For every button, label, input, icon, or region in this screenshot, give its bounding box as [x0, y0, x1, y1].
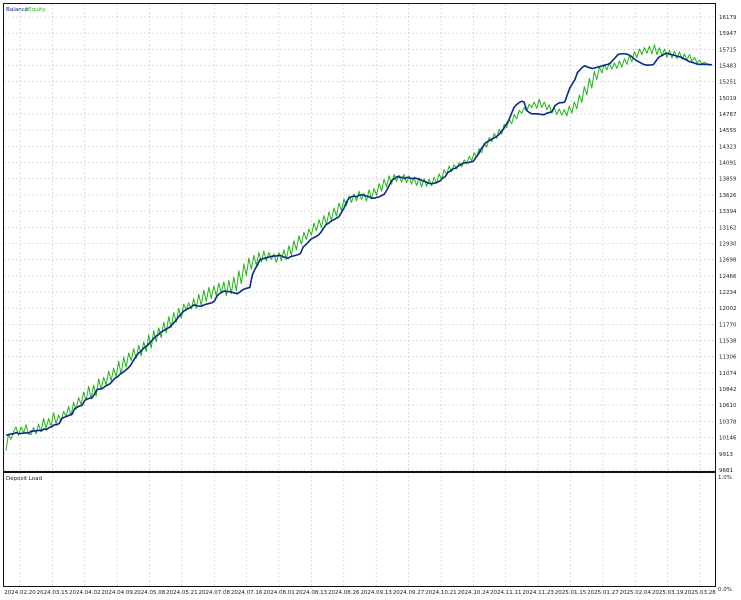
y-tick-label: 15947	[719, 31, 737, 37]
y-tick-label: 15019	[719, 96, 737, 102]
x-axis: 2024.02.20 2024.03.15 2024.04.02 2024.04.09…	[4, 590, 716, 596]
y-tick-label: 16179	[719, 15, 737, 21]
y-tick-label: 9913	[719, 452, 733, 458]
y-tick-label: 11306	[719, 355, 737, 361]
x-tick-label: 2025.03.19	[652, 590, 684, 596]
x-tick-label: 2024.09.27	[393, 590, 425, 596]
y-tick-label: 15715	[719, 47, 737, 53]
chart-legend: Balance / Equity	[6, 7, 46, 13]
y-tick-label: 13626	[719, 193, 737, 199]
x-tick-label: 2025.03.28	[684, 590, 716, 596]
y-tick-label: 12698	[719, 258, 737, 264]
deposit-load-title: Deposit Load	[6, 476, 42, 482]
x-tick-label: 2025.01.27	[587, 590, 619, 596]
legend-equity: Equity	[28, 7, 46, 13]
deposit-load-tick-top: 1.0%	[718, 475, 732, 481]
y-tick-label: 13859	[719, 177, 737, 183]
x-tick-label: 2024.07.08	[199, 590, 231, 596]
x-tick-label: 2024.05.21	[166, 590, 198, 596]
x-tick-label: 2024.10.24	[458, 590, 490, 596]
chart-window: Balance / Equity 16179 15947 15715 15483 152…	[0, 0, 741, 600]
y-tick-label: 12234	[719, 290, 737, 296]
y-tick-label: 14555	[719, 128, 737, 134]
y-tick-label: 13394	[719, 209, 737, 215]
x-tick-label: 2024.07.16	[231, 590, 263, 596]
x-tick-label: 2024.02.20	[4, 590, 36, 596]
x-tick-label: 2024.05.08	[134, 590, 166, 596]
y-tick-label: 10146	[719, 436, 737, 442]
y-tick-label: 12930	[719, 242, 737, 248]
y-tick-label: 15251	[719, 80, 737, 86]
x-tick-label: 2025.01.15	[555, 590, 587, 596]
x-tick-label: 2024.11.23	[522, 590, 554, 596]
x-tick-label: 2024.03.15	[37, 590, 69, 596]
y-tick-label: 10842	[719, 387, 737, 393]
y-tick-label: 10610	[719, 403, 737, 409]
x-tick-label: 2025.02.04	[619, 590, 651, 596]
x-tick-label: 2024.08.13	[296, 590, 328, 596]
legend-separator: /	[25, 7, 27, 13]
y-tick-label: 12466	[719, 274, 737, 280]
y-tick-label: 14787	[719, 112, 737, 118]
y-tick-label: 15483	[719, 64, 737, 70]
y-tick-label: 9681	[719, 468, 733, 474]
x-tick-label: 2024.11.11	[490, 590, 522, 596]
y-tick-label: 11770	[719, 322, 737, 328]
x-tick-label: 2024.10.21	[425, 590, 457, 596]
chart-background	[0, 0, 741, 600]
x-tick-label: 2024.09.13	[360, 590, 392, 596]
x-tick-label: 2024.04.09	[101, 590, 133, 596]
y-tick-label: 10378	[719, 419, 737, 425]
y-tick-label: 13162	[719, 225, 737, 231]
y-axis-main: 16179 15947 15715 15483 15251 15019 14787 14555…	[719, 15, 737, 474]
x-tick-label: 2024.08.01	[263, 590, 295, 596]
y-tick-label: 12002	[719, 306, 737, 312]
y-tick-label: 11538	[719, 339, 737, 345]
deposit-load-tick-bottom: 0.0%	[718, 587, 732, 593]
x-tick-label: 2024.08.26	[328, 590, 360, 596]
x-tick-label: 2024.04.02	[69, 590, 101, 596]
y-tick-label: 14091	[719, 161, 737, 167]
y-tick-label: 14323	[719, 144, 737, 150]
y-tick-label: 11074	[719, 371, 737, 377]
